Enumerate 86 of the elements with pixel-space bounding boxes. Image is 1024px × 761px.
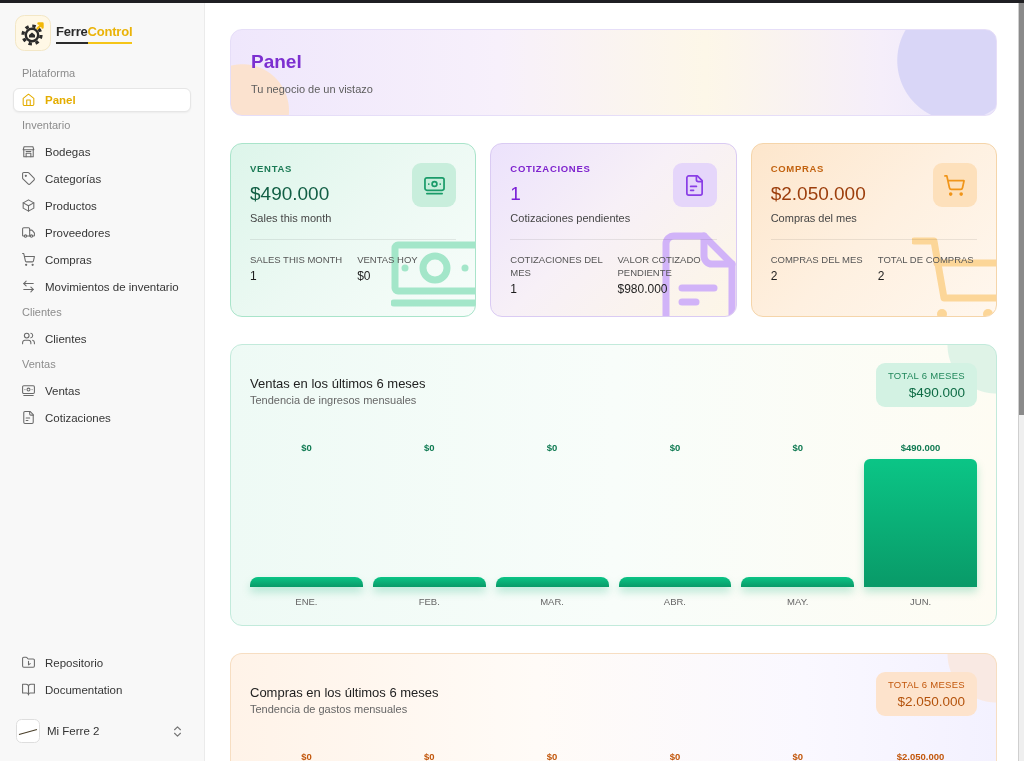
truck-icon <box>22 226 35 239</box>
stat-value: $980.000 <box>617 282 668 296</box>
nav-item[interactable]: Proveedores <box>13 220 191 245</box>
stat-value: 2 <box>770 269 778 283</box>
bar-value-label: $0 <box>546 751 558 761</box>
users-icon <box>22 332 35 345</box>
card-title: VENTAS <box>250 163 293 175</box>
month-label: MAR. <box>540 596 564 607</box>
stat-label: TOTAL DE COMPRAS <box>877 253 974 266</box>
bar-value-label: $0 <box>423 442 435 453</box>
chart-title: Ventas en los últimos 6 meses <box>250 375 426 392</box>
card-caption: Sales this month <box>250 211 332 225</box>
bar-value-label: $0 <box>792 751 804 761</box>
month-label: ENE. <box>295 596 318 607</box>
chart-title: Compras en los últimos 6 meses <box>250 684 439 701</box>
box-icon <box>22 199 35 212</box>
card-title: COMPRAS <box>770 163 825 175</box>
section-label: Clientes <box>21 305 63 320</box>
swap-arrows-icon <box>22 280 35 293</box>
banknote-icon <box>22 384 35 397</box>
nav-item[interactable]: Productos <box>13 193 191 218</box>
cart-icon <box>22 253 35 266</box>
gear-logo-icon <box>15 15 51 51</box>
folder-icon <box>22 656 35 669</box>
chart-subtitle: Tendencia de gastos mensuales <box>250 702 408 716</box>
brand-name: FerreControl <box>56 24 133 44</box>
book-icon <box>22 683 35 696</box>
cart-icon <box>933 163 977 207</box>
total-value: $2.050.000 <box>897 692 965 710</box>
stat-label: COTIZACIONES DEL MES <box>510 253 604 279</box>
document-icon <box>22 411 35 424</box>
chart-subtitle: Tendencia de ingresos mensuales <box>250 393 417 407</box>
nav-item[interactable]: Categorías <box>13 166 191 191</box>
card-value: 1 <box>510 182 521 206</box>
bar-value-label: $0 <box>546 442 558 453</box>
bar-value-label: $2.050.000 <box>896 751 945 761</box>
stat-value: 1 <box>250 269 257 283</box>
nav-item[interactable]: Cotizaciones <box>13 405 191 430</box>
total-value: $490.000 <box>908 383 965 401</box>
month-label: MAY. <box>787 596 809 607</box>
card-caption: Compras del mes <box>770 211 857 225</box>
card-caption: Cotizaciones pendientes <box>510 211 631 225</box>
month-label: JUN. <box>910 596 932 607</box>
month-label: ABR. <box>663 596 686 607</box>
total-label: TOTAL 6 MESES <box>887 678 965 691</box>
chevrons-icon <box>174 725 181 737</box>
bar-value-label: $0 <box>792 442 804 453</box>
stat-value: $0 <box>357 269 371 283</box>
card-value: $2.050.000 <box>770 182 866 206</box>
nav-link[interactable]: Repositorio <box>13 650 191 675</box>
section-label: Ventas <box>21 357 57 372</box>
bar-value-label: $0 <box>669 751 681 761</box>
nav-item[interactable]: Movimientos de inventario <box>13 274 191 299</box>
stat-label: VALOR COTIZADO PENDIENTE <box>617 253 702 279</box>
section-label: Inventario <box>21 118 72 133</box>
card-value: $490.000 <box>250 182 330 206</box>
nav-item[interactable]: Ventas <box>13 378 191 403</box>
bar-value-label: $0 <box>423 751 435 761</box>
nav-item[interactable]: Clientes <box>13 326 191 351</box>
total-label: TOTAL 6 MESES <box>887 369 965 382</box>
stat-label: SALES THIS MONTH <box>250 253 343 266</box>
nav-item[interactable]: Bodegas <box>13 139 191 164</box>
nav-link[interactable]: Documentation <box>13 677 191 702</box>
bar-value-label: $0 <box>301 442 312 453</box>
tag-icon <box>22 172 35 185</box>
large-cart-icon <box>912 236 996 316</box>
banknote-icon <box>412 163 457 207</box>
team-switcher[interactable]: Mi Ferre 2 <box>13 715 191 747</box>
card-title: COTIZACIONES <box>510 163 591 175</box>
nav-item[interactable]: Compras <box>13 247 191 272</box>
house-icon <box>22 93 35 106</box>
team-logo-icon <box>16 719 40 743</box>
page-title: Panel <box>251 50 303 74</box>
section-label: Plataforma <box>21 66 77 81</box>
document-icon <box>672 163 717 207</box>
bar-value-label: $0 <box>301 751 312 761</box>
bar-value-label: $0 <box>669 442 681 453</box>
month-label: FEB. <box>418 596 440 607</box>
stat-label: COMPRAS DEL MES <box>770 253 863 266</box>
page-subtitle: Tu negocio de un vistazo <box>251 82 374 96</box>
storefront-icon <box>22 145 35 158</box>
scrollbar-thumb[interactable] <box>1019 3 1024 415</box>
stat-value: 1 <box>510 282 517 296</box>
stat-value: 2 <box>877 269 885 283</box>
bar-value-label: $490.000 <box>900 442 941 453</box>
stat-label: VENTAS HOY <box>357 253 418 266</box>
